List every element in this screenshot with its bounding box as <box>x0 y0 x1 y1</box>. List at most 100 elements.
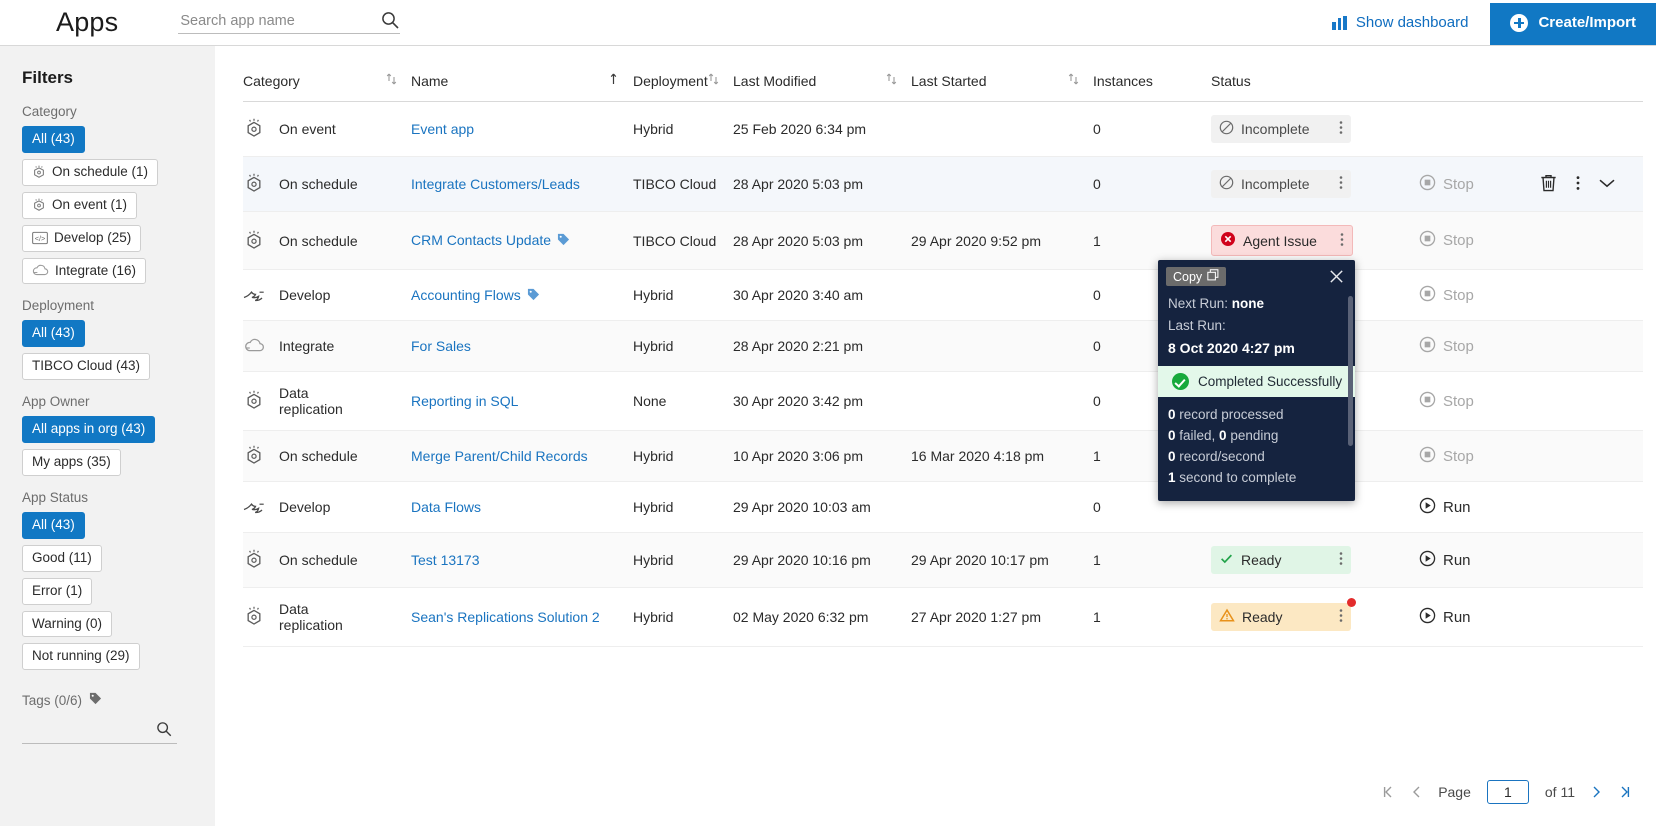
filter-chip-owner-all-apps-in-org[interactable]: All apps in org (43) <box>22 416 156 443</box>
app-name-link[interactable]: Reporting in SQL <box>411 393 518 409</box>
filter-chip-status-all[interactable]: All (43) <box>22 511 85 539</box>
cell-status[interactable]: Ready <box>1211 532 1419 588</box>
app-name-link[interactable]: Test 13173 <box>411 552 480 568</box>
sort-icon[interactable] <box>708 72 733 89</box>
cell-name[interactable]: Event app <box>411 101 633 157</box>
filter-chip-status-error[interactable]: Error (1) <box>22 577 93 605</box>
cell-name[interactable]: Data Flows <box>411 481 633 533</box>
status-badge[interactable]: Ready <box>1211 546 1351 574</box>
cell-name[interactable]: CRM Contacts Update <box>411 211 633 270</box>
column-header-category[interactable]: Category <box>243 46 411 102</box>
cell-action[interactable]: Stop <box>1419 156 1539 212</box>
show-dashboard-button[interactable]: Show dashboard <box>1332 14 1468 31</box>
filter-chip-deployment-tibco-cloud[interactable]: TIBCO Cloud (43) <box>22 353 151 381</box>
sort-icon[interactable] <box>386 72 411 89</box>
stop-button[interactable]: Stop <box>1419 391 1474 412</box>
app-name-link[interactable]: Accounting Flows <box>411 287 521 303</box>
cell-tools[interactable] <box>1539 156 1643 212</box>
create-import-button[interactable]: Create/Import <box>1490 0 1656 45</box>
run-details-popover[interactable]: Copy Next Run: none Last Run: 8 Oct 2020… <box>1158 260 1355 501</box>
kebab-menu-icon[interactable] <box>1323 175 1343 193</box>
cell-name[interactable]: For Sales <box>411 320 633 372</box>
tag-search-icon[interactable] <box>155 720 173 743</box>
cell-name[interactable]: Reporting in SQL <box>411 371 633 431</box>
stop-button[interactable]: Stop <box>1419 230 1474 251</box>
cell-name[interactable]: Accounting Flows <box>411 269 633 321</box>
cell-action[interactable]: Stop <box>1419 320 1539 372</box>
cell-name[interactable]: Sean's Replications Solution 2 <box>411 587 633 647</box>
stop-button[interactable]: Stop <box>1419 174 1474 195</box>
cell-status[interactable]: Incomplete <box>1211 156 1419 212</box>
table-row[interactable]: On event Event app Hybrid 25 Feb 2020 6:… <box>243 101 1643 157</box>
filter-chip-status-not-running[interactable]: Not running (29) <box>22 643 140 671</box>
stop-button[interactable]: Stop <box>1419 446 1474 467</box>
app-name-link[interactable]: For Sales <box>411 338 471 354</box>
chevron-down-icon[interactable] <box>1598 176 1616 192</box>
filter-chip-category-develop[interactable]: </> Develop (25) <box>22 224 142 252</box>
first-page-button[interactable] <box>1381 785 1395 799</box>
app-name-link[interactable]: Integrate Customers/Leads <box>411 176 580 192</box>
filter-chip-category-all[interactable]: All (43) <box>22 126 85 153</box>
kebab-menu-icon[interactable] <box>1323 120 1343 138</box>
table-row[interactable]: On schedule Merge Parent/Child Records H… <box>243 430 1643 482</box>
status-badge[interactable]: Incomplete <box>1211 115 1351 143</box>
tag-search-box[interactable] <box>22 720 177 745</box>
run-button[interactable]: Run <box>1419 607 1471 628</box>
table-row[interactable]: Develop Data Flows Hybrid 29 Apr 2020 10… <box>243 481 1643 533</box>
table-row[interactable]: On schedule CRM Contacts Update TIBCO Cl… <box>243 211 1643 270</box>
last-page-button[interactable] <box>1618 785 1632 799</box>
cell-action[interactable]: Stop <box>1419 211 1539 270</box>
cell-action[interactable]: Stop <box>1419 430 1539 482</box>
app-name-link[interactable]: Event app <box>411 121 474 137</box>
table-row[interactable]: Data replication Sean's Replications Sol… <box>243 587 1643 647</box>
stop-button[interactable]: Stop <box>1419 336 1474 357</box>
app-name-link[interactable]: Merge Parent/Child Records <box>411 448 588 464</box>
delete-icon[interactable] <box>1539 173 1558 196</box>
prev-page-button[interactable] <box>1411 785 1422 799</box>
cell-name[interactable]: Merge Parent/Child Records <box>411 430 633 482</box>
table-row[interactable]: Data replication Reporting in SQL None 3… <box>243 371 1643 431</box>
column-header-last-modified[interactable]: Last Modified <box>733 46 911 102</box>
column-header-status[interactable]: Status <box>1211 46 1419 102</box>
app-name-link[interactable]: Data Flows <box>411 499 481 515</box>
sort-icon[interactable] <box>1068 72 1093 89</box>
status-badge[interactable]: Ready <box>1211 598 1356 631</box>
app-name-link[interactable]: CRM Contacts Update <box>411 232 551 248</box>
run-button[interactable]: Run <box>1419 497 1471 518</box>
filter-chip-status-good[interactable]: Good (11) <box>22 544 102 572</box>
column-header-last-started[interactable]: Last Started <box>911 46 1093 102</box>
search-icon[interactable] <box>380 10 400 35</box>
cell-action[interactable]: Run <box>1419 532 1539 588</box>
table-row[interactable]: On schedule Test 13173 Hybrid 29 Apr 202… <box>243 532 1643 588</box>
cell-action[interactable]: Run <box>1419 587 1539 647</box>
cell-status[interactable]: Incomplete <box>1211 101 1419 157</box>
kebab-menu-icon[interactable] <box>1324 232 1344 250</box>
column-header-name[interactable]: Name <box>411 46 633 102</box>
cell-action[interactable]: Run <box>1419 481 1539 533</box>
cell-status[interactable]: Ready <box>1211 587 1419 647</box>
kebab-menu-icon[interactable] <box>1323 551 1343 569</box>
table-row[interactable]: Integrate For Sales Hybrid 28 Apr 2020 2… <box>243 320 1643 372</box>
cell-name[interactable]: Integrate Customers/Leads <box>411 156 633 212</box>
kebab-menu-icon[interactable] <box>1323 608 1343 626</box>
stop-button[interactable]: Stop <box>1419 285 1474 306</box>
column-header-instances[interactable]: Instances <box>1093 46 1211 102</box>
cell-action[interactable]: Stop <box>1419 371 1539 431</box>
filter-chip-category-on-event[interactable]: On event (1) <box>22 191 138 219</box>
sort-asc-icon[interactable] <box>608 72 633 89</box>
cell-action[interactable]: Stop <box>1419 269 1539 321</box>
search-input[interactable] <box>178 11 369 30</box>
popover-scrollbar[interactable] <box>1348 296 1353 446</box>
run-button[interactable]: Run <box>1419 550 1471 571</box>
app-name-link[interactable]: Sean's Replications Solution 2 <box>411 609 600 625</box>
table-row[interactable]: Develop Accounting Flows Hybrid 30 Apr 2… <box>243 269 1643 321</box>
table-row[interactable]: On schedule Integrate Customers/Leads TI… <box>243 156 1643 212</box>
next-page-button[interactable] <box>1591 785 1602 799</box>
filter-chip-category-integrate[interactable]: Integrate (16) <box>22 257 147 285</box>
close-icon[interactable] <box>1328 268 1347 285</box>
kebab-menu-icon[interactable] <box>1576 175 1580 194</box>
page-input[interactable] <box>1486 780 1529 804</box>
filter-chip-deployment-all[interactable]: All (43) <box>22 320 85 348</box>
copy-button[interactable]: Copy <box>1166 267 1227 286</box>
column-header-deployment[interactable]: Deployment <box>633 46 733 102</box>
